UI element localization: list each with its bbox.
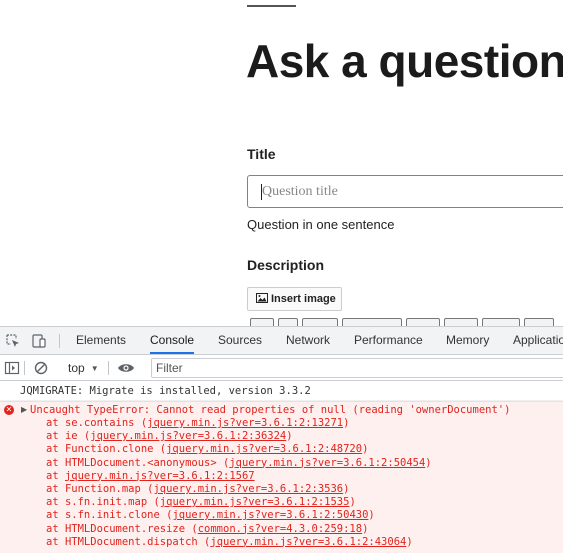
context-selector[interactable]: top ▼ xyxy=(68,359,99,377)
question-title-input[interactable] xyxy=(247,175,563,208)
error-text: Uncaught TypeError: Cannot read properti… xyxy=(30,404,511,416)
stack-frame-close: ) xyxy=(362,522,369,535)
stack-frame-function: at HTMLDocument.dispatch ( xyxy=(46,535,211,548)
tab-memory[interactable]: Memory xyxy=(446,327,489,354)
stack-frame-function: at s.fn.init.map ( xyxy=(46,496,160,509)
stack-frame-close: ) xyxy=(368,509,375,522)
insert-image-label: Insert image xyxy=(271,293,336,305)
stack-frame: at Function.map (jquery.min.js?ver=3.6.1… xyxy=(0,483,563,496)
editor-tool-button[interactable] xyxy=(406,318,440,326)
stack-frame-source-link[interactable]: jquery.min.js?ver=3.6.1:2:48720 xyxy=(166,443,362,455)
editor-tool-button[interactable] xyxy=(278,318,298,326)
stack-frame-close: ) xyxy=(362,443,369,456)
tab-application[interactable]: Application xyxy=(513,327,563,354)
page-title: Ask a question xyxy=(246,35,563,87)
caret-down-icon: ▼ xyxy=(90,363,99,373)
tab-network[interactable]: Network xyxy=(286,327,330,354)
tabbar-divider xyxy=(59,334,60,348)
tab-sources[interactable]: Sources xyxy=(218,327,262,354)
stack-frame: at Function.clone (jquery.min.js?ver=3.6… xyxy=(0,443,563,456)
editor-tool-button[interactable] xyxy=(342,318,402,326)
stack-frame-source-link[interactable]: jquery.min.js?ver=3.6.1:2:1567 xyxy=(65,470,255,482)
stack-frame-function: at HTMLDocument.resize ( xyxy=(46,522,198,535)
editor-tool-button[interactable] xyxy=(444,318,478,326)
error-header[interactable]: ✕ ▶ Uncaught TypeError: Cannot read prop… xyxy=(0,403,563,417)
top-rule-divider xyxy=(247,5,296,7)
console-error-message: ✕ ▶ Uncaught TypeError: Cannot read prop… xyxy=(0,401,563,553)
title-hint: Question in one sentence xyxy=(247,217,395,232)
toolbar-divider xyxy=(108,361,109,375)
text-caret xyxy=(261,184,262,200)
stack-frame-close: ) xyxy=(343,417,350,429)
stack-frame: at HTMLDocument.<anonymous> (jquery.min.… xyxy=(0,457,563,470)
stack-frame-source-link[interactable]: jquery.min.js?ver=3.6.1:2:36324 xyxy=(90,430,286,442)
toolbar-divider xyxy=(24,361,25,375)
stack-frame-source-link[interactable]: jquery.min.js?ver=3.6.1:2:43064 xyxy=(210,536,406,548)
editor-toolbar xyxy=(250,318,554,326)
stack-frame-function: at s.fn.init.clone ( xyxy=(46,509,173,522)
stack-frame: at HTMLDocument.dispatch (jquery.min.js?… xyxy=(0,536,563,549)
stack-frame-source-link[interactable]: jquery.min.js?ver=3.6.1:2:1535 xyxy=(160,496,350,508)
description-label: Description xyxy=(247,257,325,273)
stack-frame: at ie (jquery.min.js?ver=3.6.1:2:36324) xyxy=(0,430,563,443)
stack-trace: at se.contains (jquery.min.js?ver=3.6.1:… xyxy=(0,417,563,549)
stack-frame-function: at Function.map ( xyxy=(46,482,154,495)
clear-console-icon[interactable] xyxy=(33,360,49,376)
stack-frame-source-link[interactable]: common.js?ver=4.3.0:259:18 xyxy=(198,523,362,535)
device-toolbar-icon[interactable] xyxy=(31,333,47,349)
stack-frame-source-link[interactable]: jquery.min.js?ver=3.6.1:2:13271 xyxy=(147,417,343,429)
stack-frame-function: at HTMLDocument.<anonymous> ( xyxy=(46,456,230,469)
console-filter-input[interactable] xyxy=(151,358,563,378)
editor-tool-button[interactable] xyxy=(482,318,520,326)
stack-frame: at HTMLDocument.resize (common.js?ver=4.… xyxy=(0,523,563,536)
editor-tool-button[interactable] xyxy=(250,318,274,326)
stack-frame-close: ) xyxy=(349,496,356,509)
tab-performance[interactable]: Performance xyxy=(354,327,423,354)
stack-frame-close: ) xyxy=(343,482,350,495)
devtools-panel: Elements Console Sources Network Perform… xyxy=(0,326,563,554)
stack-frame: at jquery.min.js?ver=3.6.1:2:1567 xyxy=(0,470,563,483)
stack-frame-source-link[interactable]: jquery.min.js?ver=3.6.1:2:3536 xyxy=(153,483,343,495)
stack-frame-function: at xyxy=(46,469,65,482)
context-value: top xyxy=(68,361,85,375)
console-toolbar: top ▼ xyxy=(0,355,563,381)
tab-elements[interactable]: Elements xyxy=(76,327,126,354)
stack-frame-function: at Function.clone ( xyxy=(46,443,167,456)
devtools-tabbar: Elements Console Sources Network Perform… xyxy=(0,327,563,355)
stack-frame-function: at se.contains ( xyxy=(46,417,148,429)
editor-tool-button[interactable] xyxy=(524,318,554,326)
stack-frame-function: at ie ( xyxy=(46,430,91,443)
console-output: JQMIGRATE: Migrate is installed, version… xyxy=(0,382,563,554)
stack-frame-close: ) xyxy=(286,430,293,443)
stack-frame: at se.contains (jquery.min.js?ver=3.6.1:… xyxy=(0,417,563,430)
stack-frame-source-link[interactable]: jquery.min.js?ver=3.6.1:2:50454 xyxy=(229,457,425,469)
title-label: Title xyxy=(247,146,276,162)
error-icon: ✕ xyxy=(4,405,14,415)
editor-tool-button[interactable] xyxy=(302,318,338,326)
page-content: Ask a question Title Question in one sen… xyxy=(0,0,563,326)
stack-frame-close: ) xyxy=(406,535,413,548)
stack-frame-close: ) xyxy=(425,456,432,469)
stack-frame: at s.fn.init.map (jquery.min.js?ver=3.6.… xyxy=(0,496,563,509)
insert-image-button[interactable]: Insert image xyxy=(247,287,342,311)
inspect-element-icon[interactable] xyxy=(5,333,21,349)
expand-triangle-icon[interactable]: ▶ xyxy=(21,403,27,417)
image-icon xyxy=(256,292,268,306)
stack-frame-source-link[interactable]: jquery.min.js?ver=3.6.1:2:50430 xyxy=(172,509,368,521)
show-sidebar-icon[interactable] xyxy=(4,360,20,376)
tab-console[interactable]: Console xyxy=(150,327,195,354)
console-info-message: JQMIGRATE: Migrate is installed, version… xyxy=(0,382,563,401)
live-expression-eye-icon[interactable] xyxy=(117,360,135,376)
stack-frame: at s.fn.init.clone (jquery.min.js?ver=3.… xyxy=(0,509,563,522)
